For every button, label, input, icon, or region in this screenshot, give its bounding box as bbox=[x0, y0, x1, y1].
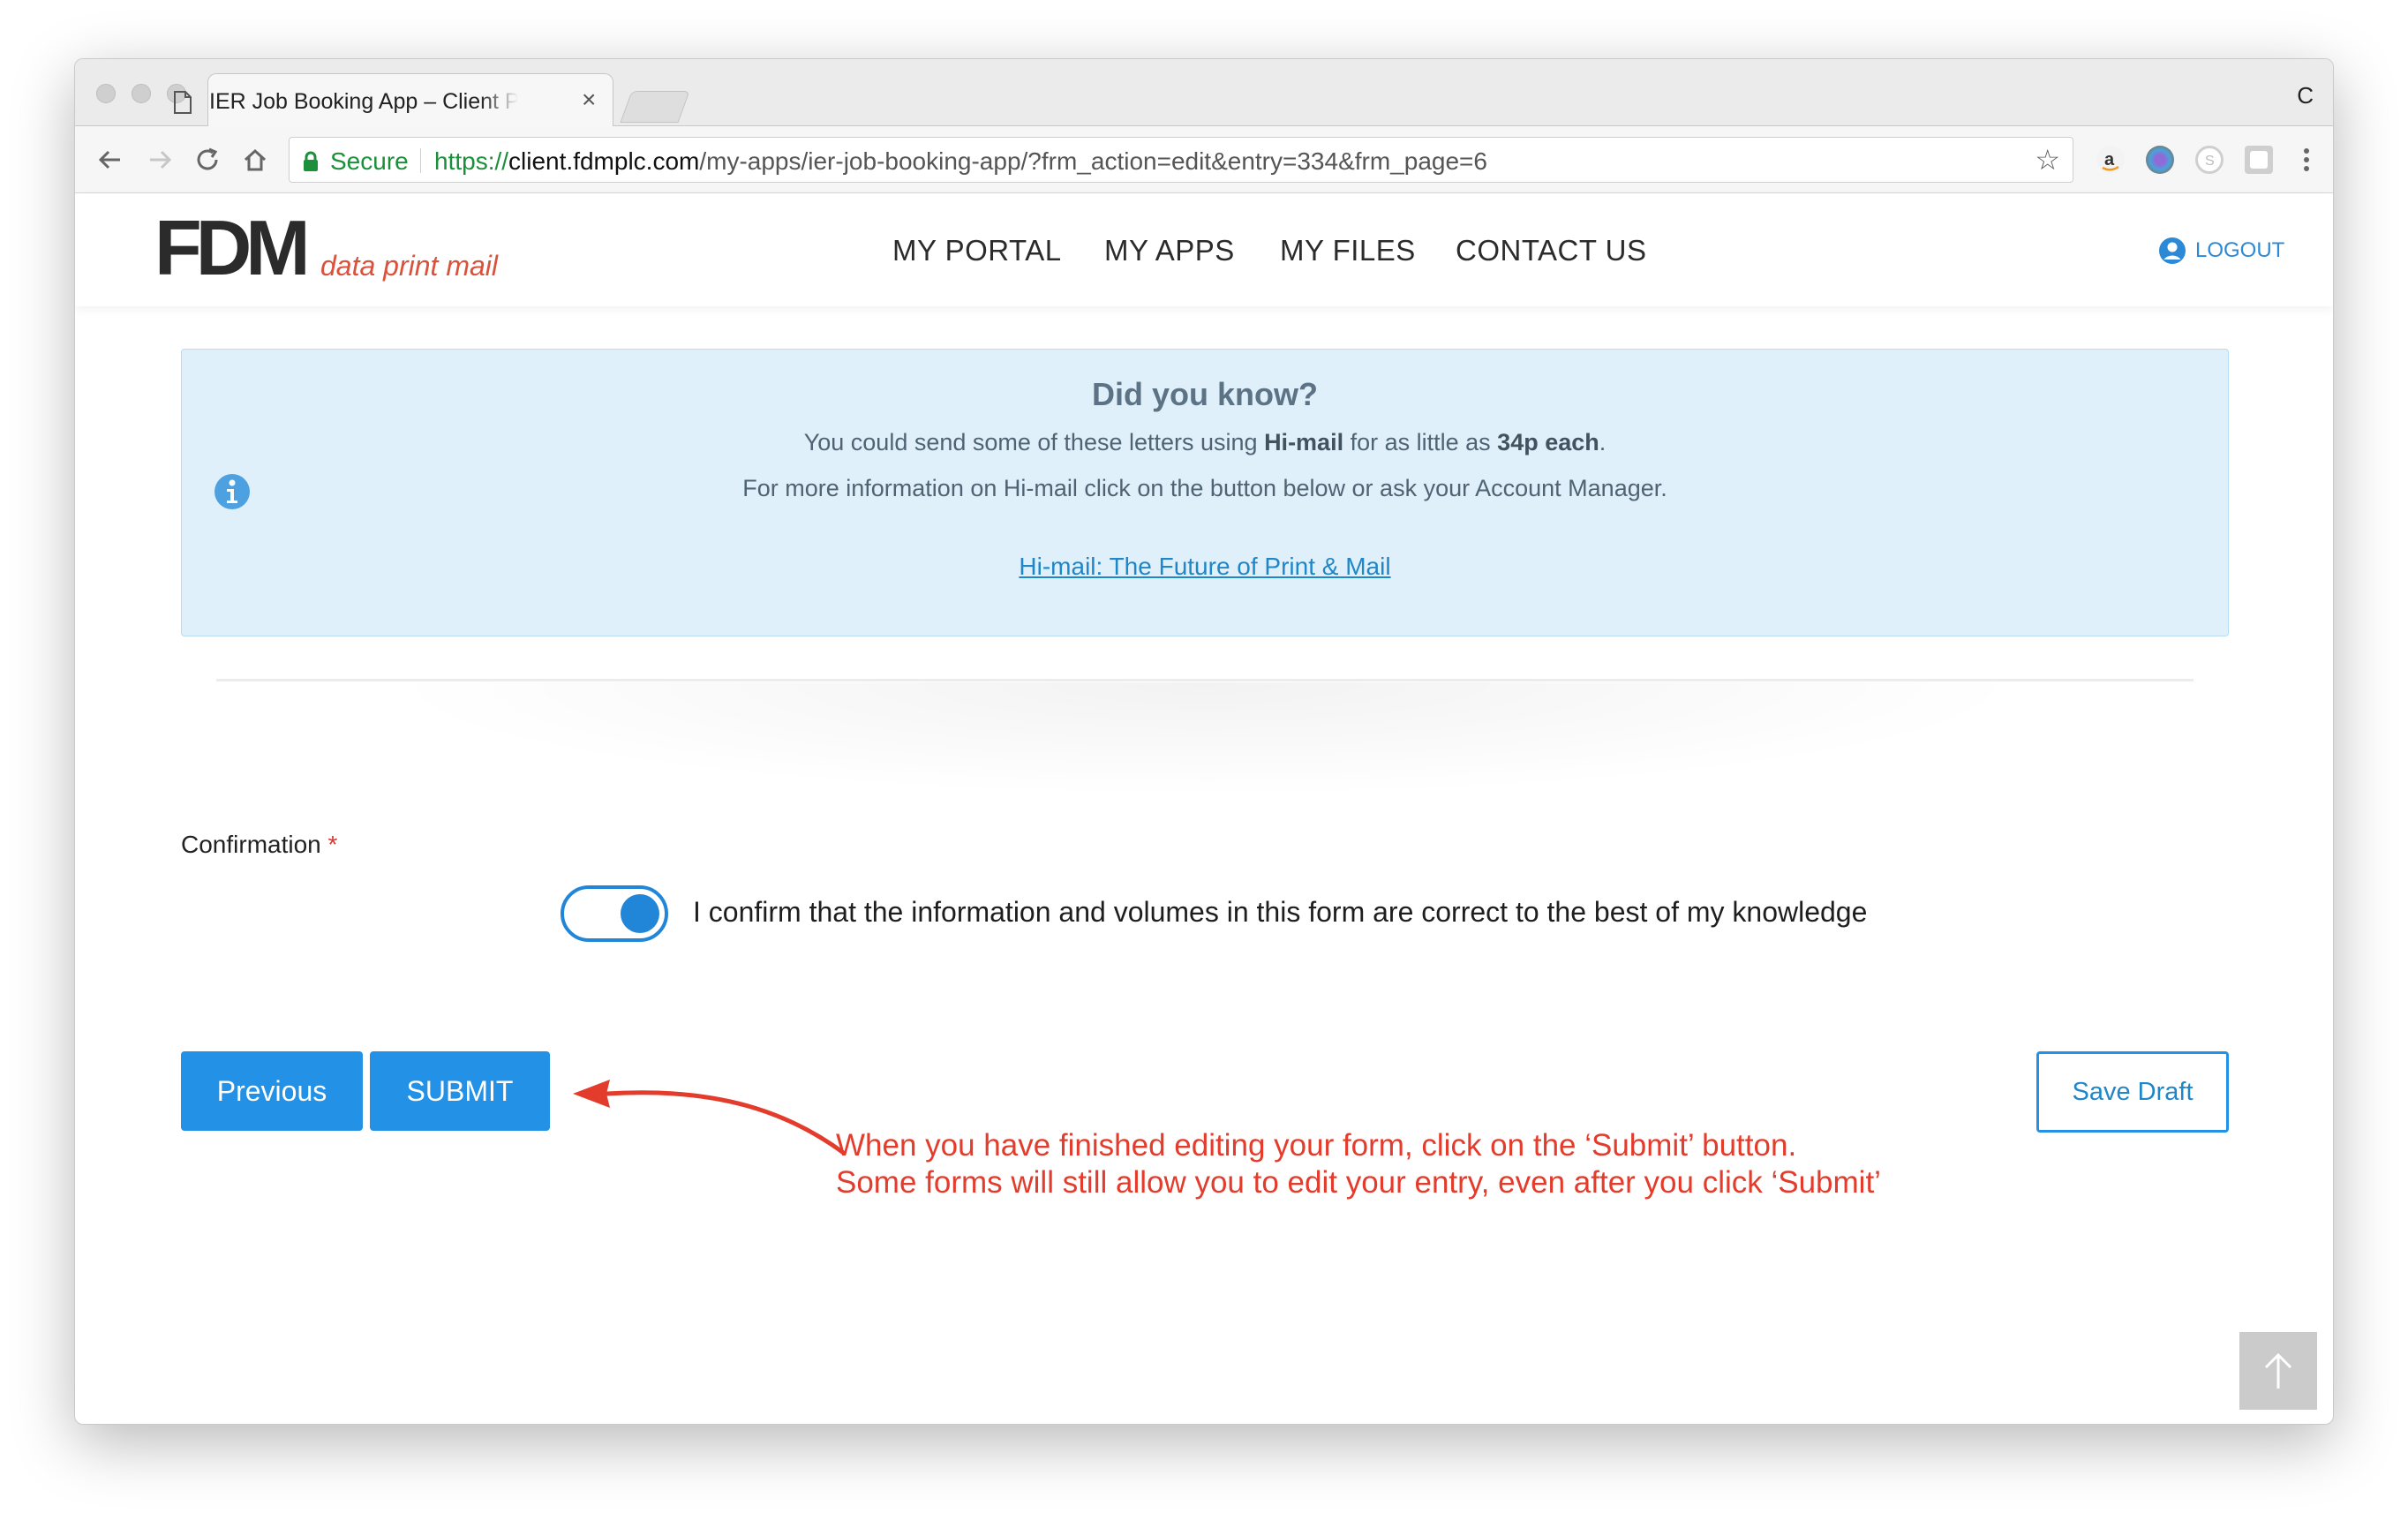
minimize-window-button[interactable] bbox=[132, 84, 151, 103]
reload-icon[interactable] bbox=[190, 142, 225, 177]
skype-extension-icon[interactable]: S bbox=[2195, 146, 2224, 174]
document-icon bbox=[174, 91, 192, 114]
toggle-knob bbox=[621, 894, 659, 933]
bookmark-star-icon[interactable]: ☆ bbox=[2035, 146, 2060, 174]
browser-toolbar: Secure https://client.fdmplc.com/my-apps… bbox=[75, 126, 2333, 193]
back-icon[interactable] bbox=[93, 142, 128, 177]
svg-text:a: a bbox=[2104, 150, 2115, 169]
url-path: /my-apps/ier-job-booking-app/?frm_action… bbox=[699, 147, 1487, 175]
previous-button[interactable]: Previous bbox=[181, 1051, 363, 1131]
site-header: FDM data print mail MY PORTAL MY APPS MY… bbox=[75, 193, 2333, 306]
browser-window: IER Job Booking App – Client Portal × C … bbox=[74, 58, 2334, 1425]
confirmation-toggle[interactable] bbox=[561, 885, 668, 942]
nav-contact-us[interactable]: CONTACT US bbox=[1456, 234, 1646, 267]
logout-link[interactable]: LOGOUT bbox=[2158, 236, 2284, 266]
annotation-line-2: Some forms will still allow you to edit … bbox=[836, 1165, 1881, 1200]
himail-bold: Hi-mail bbox=[1264, 429, 1344, 455]
profile-button[interactable]: C bbox=[2297, 82, 2314, 109]
tab-title: IER Job Booking App – Client Portal bbox=[209, 89, 518, 114]
close-window-button[interactable] bbox=[96, 84, 116, 103]
annotation-line-1: When you have finished editing your form… bbox=[836, 1128, 1797, 1163]
svg-text:S: S bbox=[2205, 154, 2215, 169]
back-to-top-button[interactable] bbox=[2239, 1332, 2317, 1410]
forward-icon[interactable] bbox=[142, 142, 177, 177]
nav-my-apps[interactable]: MY APPS bbox=[1104, 234, 1235, 267]
nav-my-portal[interactable]: MY PORTAL bbox=[892, 234, 1062, 267]
nav-my-files[interactable]: MY FILES bbox=[1280, 234, 1416, 267]
url-host: client.fdmplc.com bbox=[508, 147, 700, 175]
did-you-know-box: Did you know? You could send some of the… bbox=[181, 349, 2229, 636]
new-tab-button[interactable] bbox=[620, 91, 690, 123]
address-bar[interactable]: Secure https://client.fdmplc.com/my-apps… bbox=[289, 137, 2073, 183]
annotation-arrow-icon bbox=[573, 1080, 847, 1156]
window-extension-icon[interactable] bbox=[2245, 146, 2273, 174]
url-scheme: https:// bbox=[434, 147, 509, 175]
secure-label: Secure bbox=[330, 147, 409, 175]
divider-shadow bbox=[375, 682, 2035, 797]
info-line-2: For more information on Hi-mail click on… bbox=[742, 475, 1667, 501]
submit-button[interactable]: SUBMIT bbox=[370, 1051, 550, 1131]
price-bold: 34p each bbox=[1497, 429, 1599, 455]
user-icon bbox=[2159, 237, 2186, 264]
tab-close-icon[interactable]: × bbox=[582, 87, 596, 113]
logo-tagline: data print mail bbox=[320, 250, 498, 282]
amazon-extension-icon[interactable]: a bbox=[2096, 146, 2125, 174]
home-icon[interactable] bbox=[237, 142, 273, 177]
section-divider bbox=[216, 679, 2194, 681]
save-draft-button[interactable]: Save Draft bbox=[2036, 1051, 2229, 1133]
annotation-text: When you have finished editing your form… bbox=[836, 1127, 1881, 1201]
info-title: Did you know? bbox=[1092, 376, 1318, 412]
arrow-up-icon bbox=[2264, 1352, 2292, 1389]
fdm-logo[interactable]: FDM bbox=[154, 209, 311, 287]
confirmation-text[interactable]: I confirm that the information and volum… bbox=[693, 896, 1867, 929]
menu-dots-icon[interactable] bbox=[2289, 142, 2324, 177]
himail-link[interactable]: Hi-mail: The Future of Print & Mail bbox=[1019, 553, 1390, 580]
confirmation-label: Confirmation * bbox=[181, 831, 338, 858]
logout-label: LOGOUT bbox=[2195, 238, 2285, 262]
tab-bar: IER Job Booking App – Client Portal × C bbox=[75, 59, 2333, 127]
address-separator bbox=[420, 148, 421, 173]
required-mark: * bbox=[327, 831, 338, 858]
color-extension-icon[interactable] bbox=[2146, 146, 2174, 174]
lock-icon bbox=[304, 151, 318, 171]
url-text[interactable]: https://client.fdmplc.com/my-apps/ier-jo… bbox=[434, 147, 1487, 176]
info-line-1: You could send some of these letters usi… bbox=[803, 429, 1607, 455]
